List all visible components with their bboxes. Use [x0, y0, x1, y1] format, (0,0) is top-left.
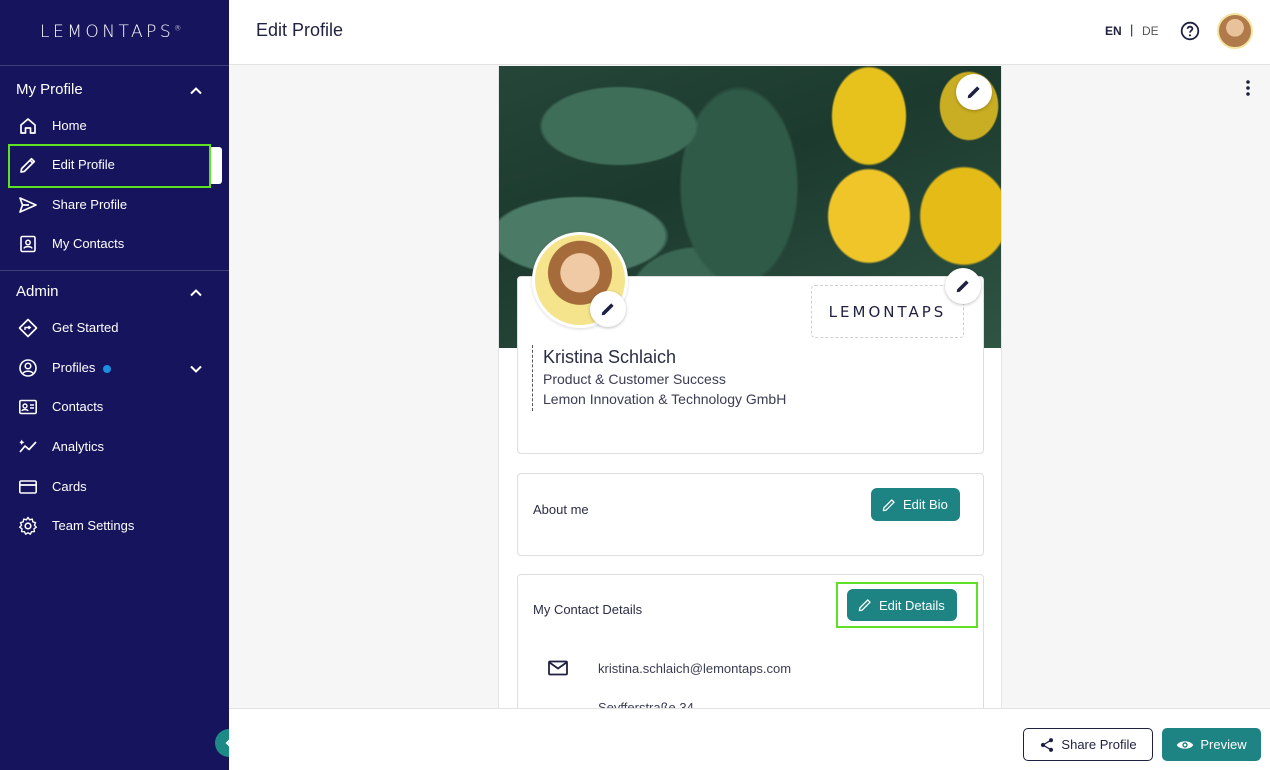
pencil-icon [967, 86, 980, 99]
send-icon [19, 197, 37, 213]
app-logo[interactable]: LEMONTAPS® [40, 22, 181, 42]
sidebar-item-label: Team Settings [52, 518, 135, 533]
share-profile-label: Share Profile [1061, 737, 1137, 752]
edit-cover-button[interactable] [956, 74, 992, 110]
edit-bio-label: Edit Bio [903, 497, 948, 512]
page-title: Edit Profile [256, 20, 344, 40]
sidebar-divider [0, 65, 229, 66]
sidebar-item-label: Analytics [52, 439, 105, 454]
pencil-icon [601, 303, 614, 316]
chevron-down-icon[interactable] [188, 361, 204, 377]
share-profile-button[interactable]: Share Profile [1023, 728, 1153, 761]
contact-details-label: My Contact Details [533, 602, 643, 617]
sidebar-divider [0, 270, 229, 271]
profile-job-title: Product & Customer Success [543, 371, 726, 387]
about-card: About me Edit Bio [517, 473, 984, 556]
sidebar-item-label: My Contacts [52, 236, 125, 251]
edit-avatar-button[interactable] [590, 291, 626, 327]
sidebar-item-my-contacts[interactable]: My Contacts [8, 225, 222, 263]
lang-en-button[interactable]: EN [1105, 24, 1122, 38]
sidebar-item-cards[interactable]: Cards [8, 468, 222, 506]
sidebar-item-label: Profiles [52, 360, 112, 375]
contact-card-icon [18, 399, 37, 415]
pencil-icon [882, 498, 895, 511]
section-my-profile[interactable]: My Profile [16, 81, 83, 98]
profile-name: Kristina Schlaich [543, 347, 677, 367]
lang-separator: | [1130, 22, 1134, 37]
user-avatar[interactable] [1217, 13, 1253, 49]
more-vertical-icon[interactable] [1240, 79, 1256, 97]
lang-de-button[interactable]: DE [1142, 24, 1159, 38]
share-icon [1041, 737, 1054, 752]
footer-bar: Share Profile Preview [229, 708, 1270, 770]
sidebar-item-team-settings[interactable]: Team Settings [8, 507, 222, 545]
edit-logo-button[interactable] [945, 268, 981, 304]
preview-label: Preview [1200, 737, 1247, 752]
chevron-up-icon[interactable] [188, 285, 204, 301]
highlight-edit-profile [8, 144, 211, 188]
profile-company: Lemon Innovation & Technology GmbH [543, 391, 787, 407]
chevron-up-icon[interactable] [188, 83, 204, 99]
company-logo[interactable]: LEMONTAPS [811, 285, 964, 338]
analytics-icon [19, 439, 37, 453]
dashed-divider [532, 345, 533, 411]
sidebar-item-share-profile[interactable]: Share Profile [8, 186, 222, 224]
credit-card-icon [18, 480, 37, 494]
preview-button[interactable]: Preview [1162, 728, 1261, 761]
contact-email[interactable]: kristina.schlaich@lemontaps.com [598, 661, 791, 676]
sidebar-item-label: Contacts [52, 399, 104, 414]
sidebar: LEMONTAPS® My Profile Home Edit Profile … [0, 0, 243, 770]
home-icon [20, 118, 36, 134]
contacts-book-icon [20, 235, 36, 253]
pencil-icon [956, 280, 969, 293]
sidebar-item-home[interactable]: Home [8, 107, 222, 145]
edit-bio-button[interactable]: Edit Bio [871, 488, 960, 521]
help-icon[interactable] [1180, 21, 1200, 41]
user-circle-icon [19, 359, 37, 377]
gear-icon [19, 516, 37, 535]
top-header: Edit Profile EN | DE [229, 0, 1270, 65]
sidebar-item-analytics[interactable]: Analytics [8, 428, 222, 466]
section-admin[interactable]: Admin [16, 283, 59, 300]
highlight-edit-details [836, 582, 978, 628]
about-label: About me [533, 502, 589, 517]
directions-icon [18, 318, 38, 338]
sidebar-item-label: Home [52, 118, 87, 133]
sidebar-item-contacts[interactable]: Contacts [8, 388, 222, 426]
sidebar-item-label: Cards [52, 479, 87, 494]
sidebar-item-label: Share Profile [52, 197, 128, 212]
contact-address: Seyfferstraße 34 [598, 700, 694, 708]
profiles-badge-dot [103, 364, 112, 373]
sidebar-item-label: Get Started [52, 320, 119, 335]
email-icon [548, 660, 568, 676]
sidebar-item-get-started[interactable]: Get Started [8, 309, 222, 347]
eye-icon [1177, 740, 1194, 749]
